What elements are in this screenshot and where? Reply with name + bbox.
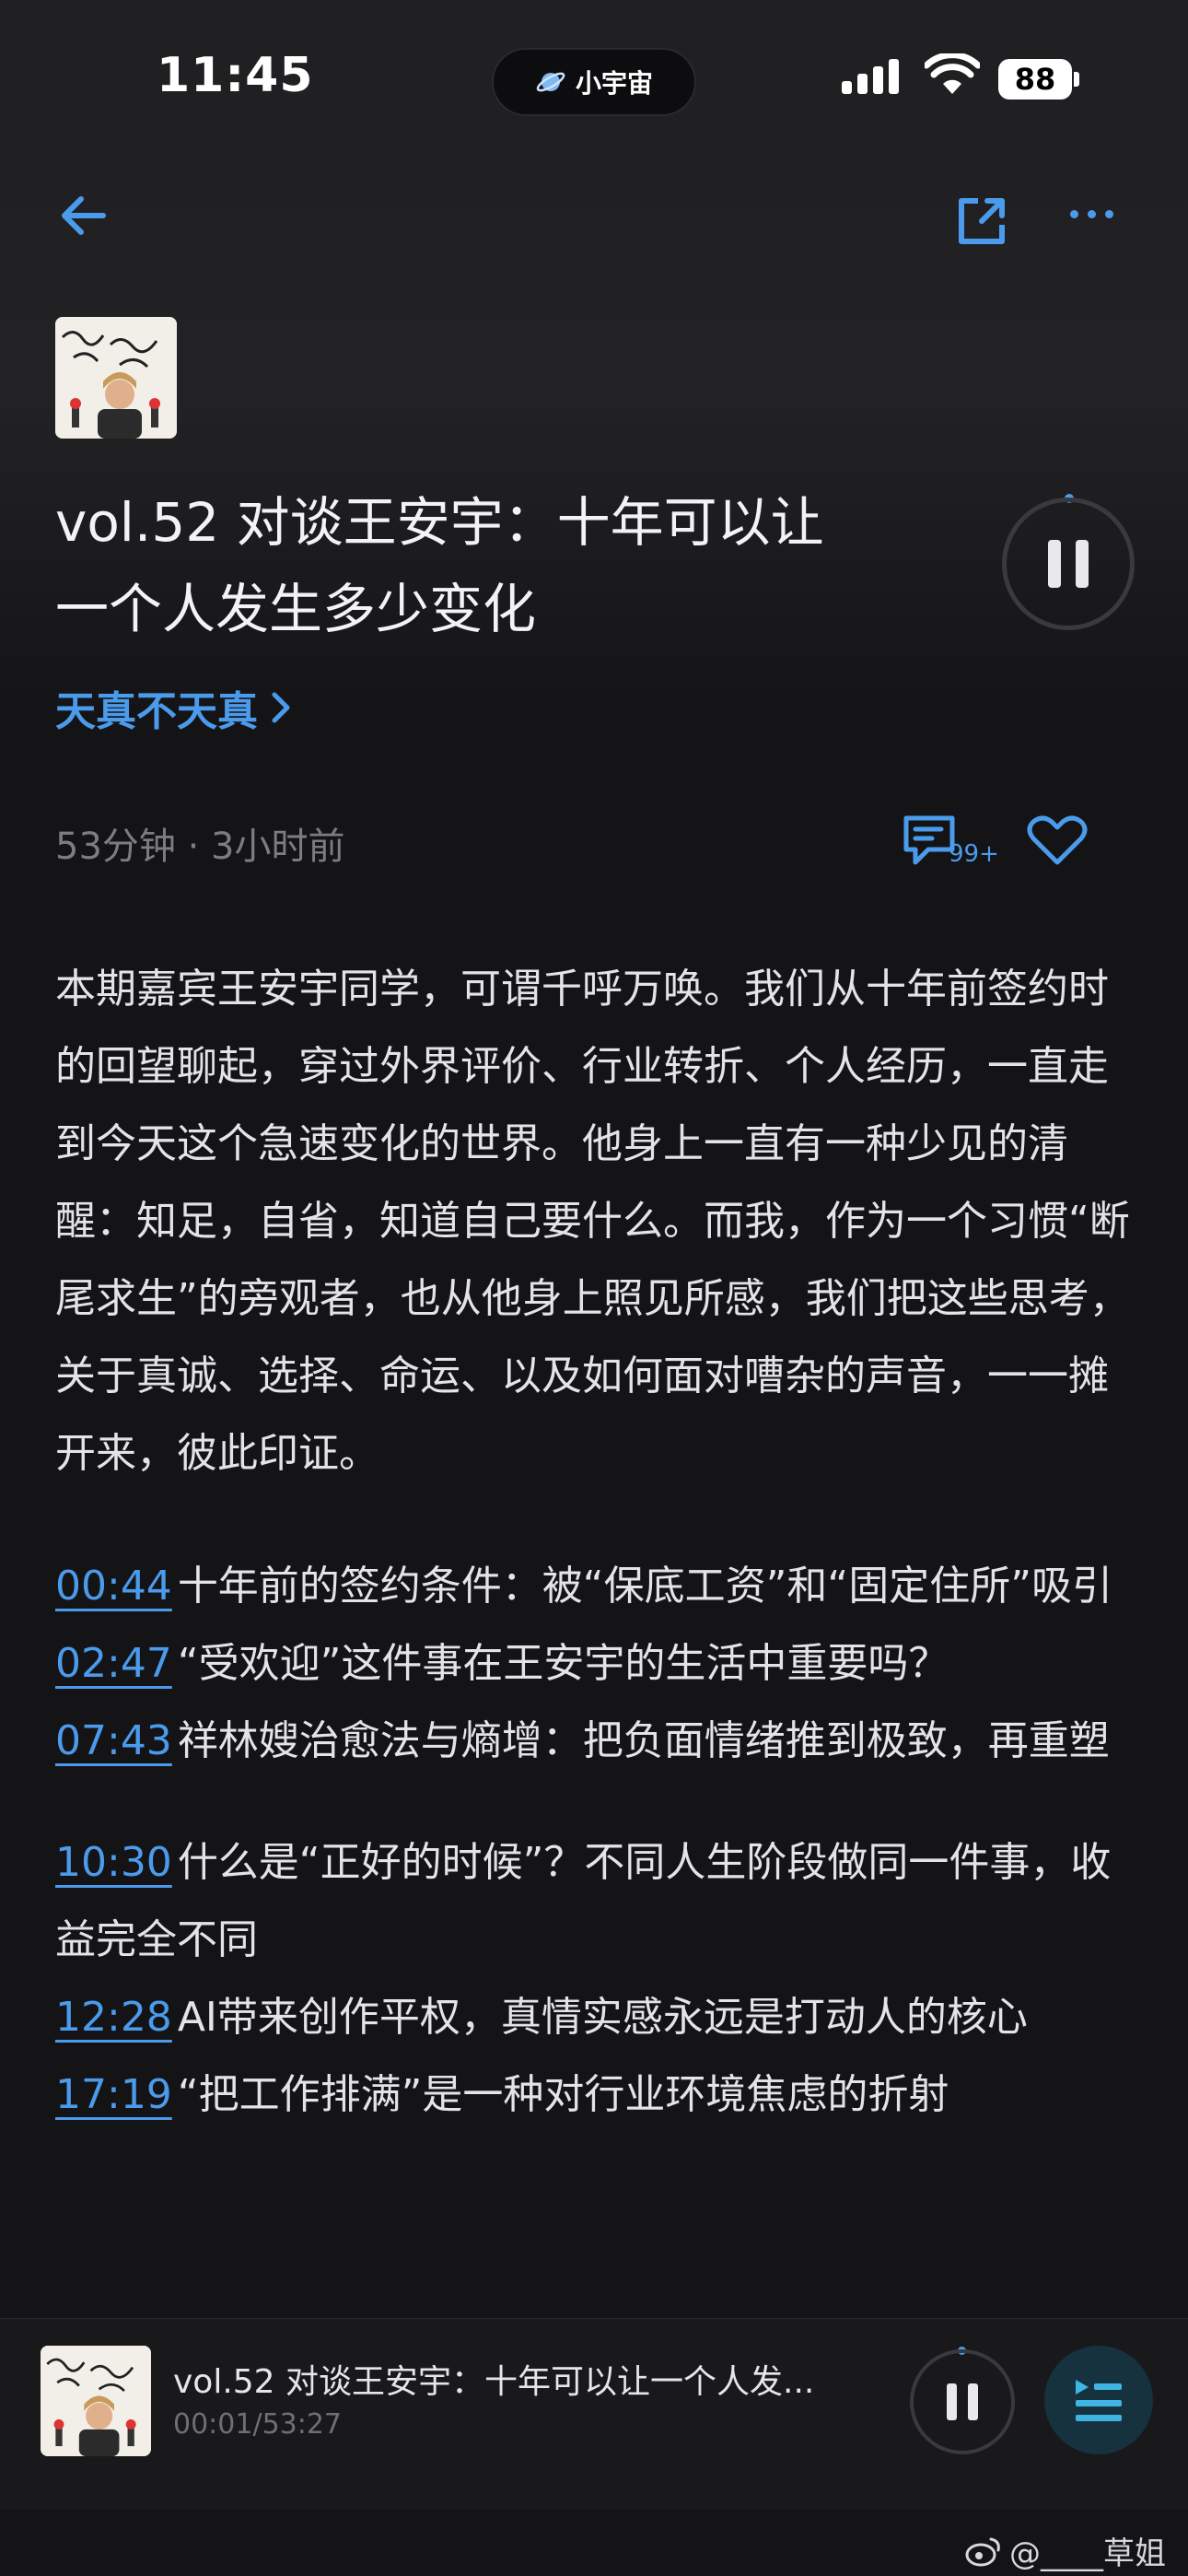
cover-illustration — [55, 317, 177, 439]
playlist-icon — [1076, 2380, 1122, 2421]
cellular-signal-icon — [842, 59, 899, 94]
podcast-link[interactable]: 天真不天真 — [55, 678, 291, 737]
chapter-item: 02:47 “受欢迎”这件事在王安宇的生活中重要吗？ — [55, 1625, 1142, 1703]
battery-tip — [1074, 72, 1079, 87]
mini-player-title[interactable]: vol.52 对谈王安宇：十年可以让一个人发... — [173, 2355, 855, 2403]
battery-indicator: 88 — [998, 59, 1072, 100]
arrow-left-icon[interactable] — [59, 195, 107, 236]
dynamic-island[interactable]: 小宇宙 — [492, 48, 696, 116]
chapter-timestamp[interactable]: 00:44 — [55, 1563, 172, 1610]
chapter-text: 十年前的签约条件：被“保底工资”和“固定住所”吸引 — [177, 1563, 1112, 1610]
episode-title-line1: vol.52 对谈王安宇：十年可以让 — [55, 491, 824, 554]
chapter-text: 祥林嫂治愈法与熵增：把负面情绪推到极致，再重塑 — [177, 1717, 1110, 1764]
comment-count-badge: 99+ — [949, 840, 999, 868]
chapter-timestamp[interactable]: 10:30 — [55, 1839, 172, 1886]
chapter-text: “把工作排满”是一种对行业环境焦虑的折射 — [177, 2071, 949, 2118]
chapter-item: 10:30 什么是“正好的时候”？不同人生阶段做同一件事，收益完全不同 — [55, 1824, 1142, 1979]
weibo-logo-icon — [965, 2537, 1000, 2566]
playlist-button[interactable] — [1044, 2346, 1153, 2454]
podcast-name: 天真不天真 — [55, 688, 258, 735]
pause-icon-bar — [968, 2383, 978, 2420]
planet-icon — [536, 72, 565, 92]
status-time: 11:45 — [157, 48, 314, 103]
mini-pause-button[interactable] — [910, 2349, 1015, 2454]
chapter-timestamp[interactable]: 02:47 — [55, 1640, 172, 1687]
watermark-text: @____草姐 — [1009, 2535, 1166, 2572]
episode-meta: 53分钟 · 3小时前 — [55, 825, 345, 868]
chapter-item: 12:28 AI带来创作平权，真情实感永远是打动人的核心 — [55, 1979, 1142, 2056]
mini-player-cover[interactable] — [41, 2346, 151, 2456]
chevron-right-icon — [272, 692, 290, 723]
wifi-icon — [925, 53, 980, 94]
chapter-list: 00:44 十年前的签约条件：被“保底工资”和“固定住所”吸引 02:47 “受欢迎… — [55, 1548, 1142, 2134]
pause-icon — [1048, 540, 1061, 588]
chapter-item: 00:44 十年前的签约条件：被“保底工资”和“固定住所”吸引 — [55, 1548, 1142, 1625]
watermark: @____草姐 — [965, 2528, 1166, 2573]
chapter-timestamp[interactable]: 12:28 — [55, 1994, 172, 2041]
chapter-text: “受欢迎”这件事在王安宇的生活中重要吗？ — [177, 1640, 949, 1687]
pause-button[interactable] — [1002, 498, 1135, 630]
chapter-item: 07:43 祥林嫂治愈法与熵增：把负面情绪推到极致，再重塑 — [55, 1703, 1142, 1780]
cover-illustration — [41, 2346, 151, 2456]
heart-icon[interactable] — [1026, 813, 1089, 868]
mini-player-progress-text: 00:01/53:27 — [173, 2408, 343, 2441]
episode-description: 本期嘉宾王安宇同学，可谓千呼万唤。我们从十年前签约时的回望聊起，穿过外界评价、行… — [55, 966, 1130, 1477]
chapter-text: AI带来创作平权，真情实感永远是打动人的核心 — [177, 1994, 1028, 2041]
chapter-item: 17:19 “把工作排满”是一种对行业环境焦虑的折射 — [55, 2056, 1142, 2134]
pause-icon — [947, 2383, 957, 2420]
share-icon[interactable] — [954, 193, 1009, 249]
chapter-timestamp[interactable]: 07:43 — [55, 1717, 172, 1764]
podcast-cover-image — [55, 317, 177, 439]
chapter-timestamp[interactable]: 17:19 — [55, 2071, 172, 2118]
episode-title-line2: 一个人发生多少变化 — [55, 578, 537, 640]
more-dots-icon[interactable] — [1070, 210, 1113, 218]
island-label: 小宇宙 — [575, 68, 653, 99]
pause-icon-bar — [1076, 540, 1089, 588]
episode-title: vol.52 对谈王安宇：十年可以让 一个人发生多少变化 — [55, 479, 903, 652]
chapter-text: 什么是“正好的时候”？不同人生阶段做同一件事，收益完全不同 — [55, 1839, 1112, 1963]
